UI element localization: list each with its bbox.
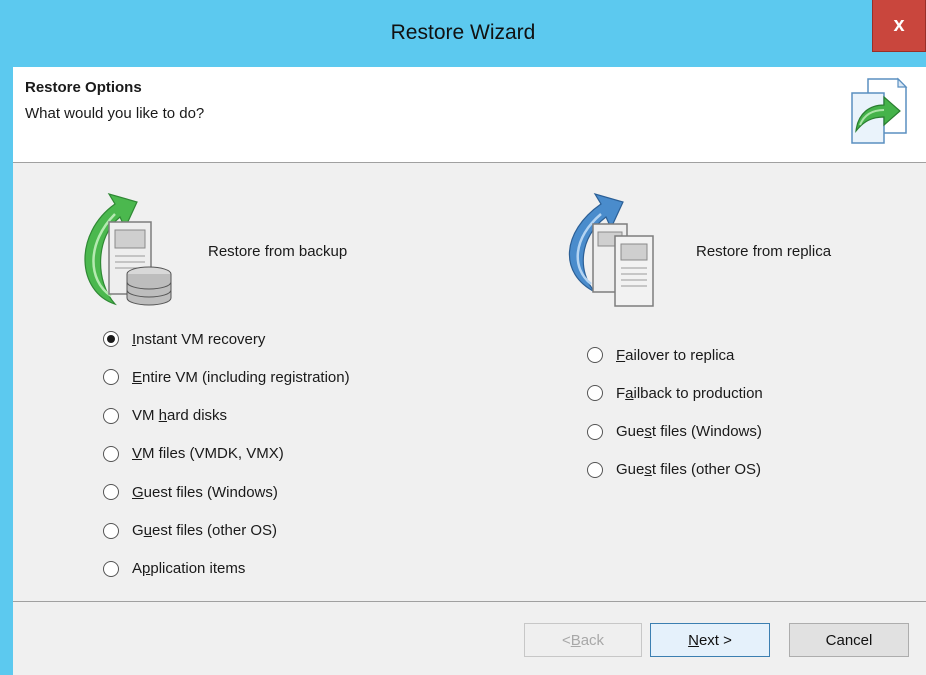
- option-label: Instant VM recovery: [132, 330, 266, 348]
- replica-option[interactable]: Guest files (Windows): [587, 420, 762, 444]
- option-label: Entire VM (including registration): [132, 368, 350, 386]
- footer-separator: [13, 601, 926, 602]
- radio-button[interactable]: [103, 407, 119, 424]
- radio-button[interactable]: [103, 369, 119, 386]
- backup-option[interactable]: Application items: [103, 557, 245, 581]
- replica-option[interactable]: Failover to replica: [587, 343, 734, 367]
- window-title: Restore Wizard: [390, 21, 536, 44]
- option-label: Failback to production: [616, 384, 763, 402]
- option-label: Guest files (Windows): [616, 423, 762, 441]
- radio-button[interactable]: [103, 331, 119, 347]
- backup-option[interactable]: Guest files (Windows): [103, 480, 278, 504]
- servers-blue-arrow-icon: [568, 193, 654, 307]
- close-button[interactable]: x: [872, 0, 926, 52]
- backup-option[interactable]: Entire VM (including registration): [103, 365, 350, 389]
- page-title: Restore Options: [25, 79, 142, 96]
- backup-option[interactable]: VM hard disks: [103, 404, 227, 428]
- replica-option[interactable]: Guest files (other OS): [587, 458, 761, 482]
- option-label: VM files (VMDK, VMX): [132, 445, 284, 463]
- backup-option[interactable]: Instant VM recovery: [103, 327, 265, 351]
- radio-button[interactable]: [103, 560, 119, 577]
- title-bar[interactable]: Restore Wizard x: [0, 0, 926, 67]
- backup-option[interactable]: Guest files (other OS): [103, 519, 277, 543]
- restore-wizard-window: Restore Wizard x Restore Options What wo…: [0, 0, 926, 675]
- radio-button[interactable]: [103, 484, 119, 501]
- replica-group-label: Restore from replica: [696, 243, 832, 260]
- wizard-body: Restore Options What would you like to d…: [13, 67, 926, 675]
- back-button[interactable]: < Back: [524, 623, 642, 657]
- wizard-header: Restore Options What would you like to d…: [13, 67, 926, 163]
- cancel-button[interactable]: Cancel: [789, 623, 909, 657]
- next-button[interactable]: Next >: [650, 623, 770, 657]
- replica-option[interactable]: Failback to production: [587, 381, 763, 405]
- document-restore-arrow-icon: [851, 77, 908, 144]
- radio-button[interactable]: [587, 461, 603, 478]
- close-icon: x: [893, 14, 905, 36]
- page-subtitle: What would you like to do?: [25, 105, 205, 122]
- option-label: Guest files (Windows): [132, 483, 278, 501]
- option-label: VM hard disks: [132, 407, 228, 425]
- option-label: Failover to replica: [616, 346, 735, 364]
- backup-option[interactable]: VM files (VMDK, VMX): [103, 442, 284, 466]
- radio-button[interactable]: [103, 445, 119, 462]
- option-label: Application items: [132, 560, 246, 578]
- server-database-green-arrow-icon: [84, 193, 172, 306]
- option-label: Guest files (other OS): [616, 461, 762, 479]
- radio-button[interactable]: [587, 423, 603, 440]
- radio-button[interactable]: [587, 347, 603, 363]
- radio-button[interactable]: [103, 522, 119, 539]
- radio-dot: [107, 335, 115, 343]
- option-label: Guest files (other OS): [132, 522, 278, 539]
- radio-button[interactable]: [587, 385, 603, 402]
- backup-group-label: Restore from backup: [208, 243, 348, 260]
